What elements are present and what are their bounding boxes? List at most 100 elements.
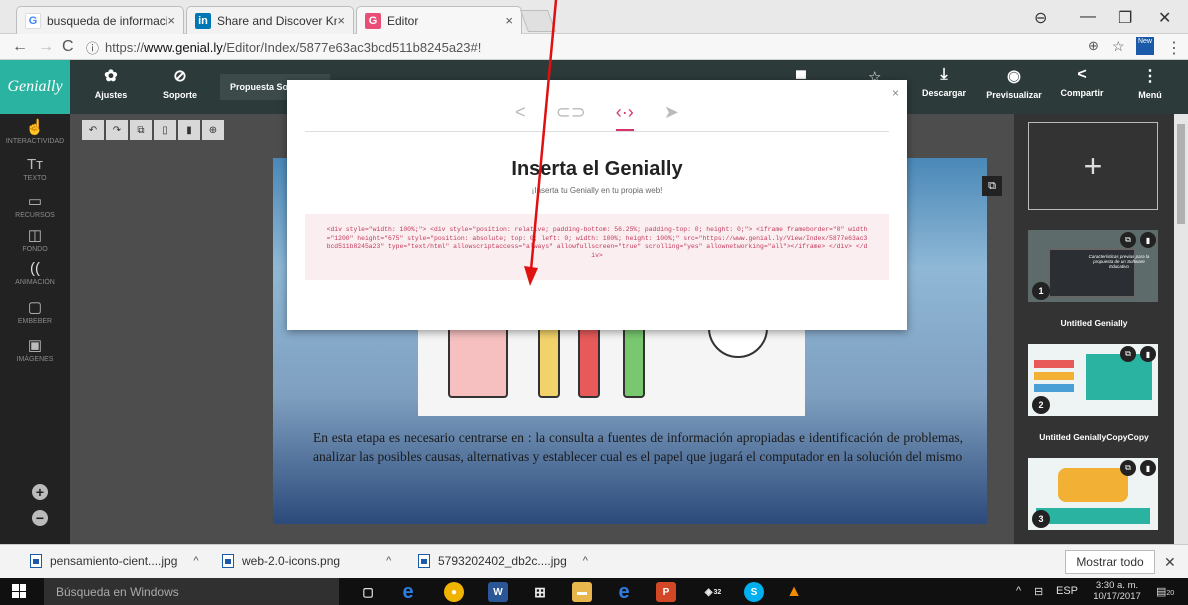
- delete-icon[interactable]: ▮: [178, 120, 200, 140]
- add-slide-button[interactable]: +: [1028, 122, 1158, 210]
- duplicate-icon[interactable]: ⧉: [982, 176, 1002, 196]
- minimize-icon[interactable]: —: [1080, 8, 1096, 26]
- undo-icon[interactable]: ↶: [82, 120, 104, 140]
- steam-icon[interactable]: ◈ 32: [698, 582, 728, 602]
- download-button[interactable]: ⤓ Descargar: [912, 66, 976, 98]
- paste-icon[interactable]: ▯: [154, 120, 176, 140]
- close-icon[interactable]: ✕: [1164, 554, 1176, 571]
- file-explorer-icon[interactable]: ▬: [572, 582, 592, 602]
- close-icon[interactable]: ×: [892, 86, 899, 100]
- reload-icon[interactable]: C: [62, 38, 74, 56]
- share-button[interactable]: < Compartir: [1050, 66, 1114, 98]
- divider: [305, 131, 889, 132]
- genially-icon: G: [365, 12, 381, 29]
- image-file-icon: [30, 554, 42, 568]
- thumb-caption: Características previas para la propuest…: [1088, 254, 1150, 269]
- windows-start-icon[interactable]: [12, 584, 26, 598]
- restore-icon[interactable]: ❐: [1118, 8, 1132, 28]
- tool-fondo[interactable]: ◫ FONDO: [0, 226, 70, 253]
- chrome-menu-icon[interactable]: ⋮: [1166, 38, 1182, 58]
- send-icon[interactable]: ➤: [664, 102, 679, 131]
- zoom-icon[interactable]: ⊕: [1088, 38, 1099, 54]
- edge-icon[interactable]: e: [398, 581, 418, 603]
- zoom-in-icon[interactable]: +: [32, 484, 48, 500]
- powerpoint-icon[interactable]: P: [656, 582, 676, 602]
- tab-linkedin[interactable]: in Share and Discover Know ×: [186, 6, 354, 34]
- chrome-icon[interactable]: ●: [444, 582, 464, 602]
- copy-icon[interactable]: ⧉: [1120, 232, 1136, 248]
- extension-icon[interactable]: New: [1136, 37, 1154, 55]
- zoom-out-icon[interactable]: −: [32, 510, 48, 526]
- download-item[interactable]: 5793202402_db2c....jpg ^: [418, 554, 588, 568]
- chevron-up-icon[interactable]: ^: [583, 555, 588, 567]
- gear-icon: ✿: [104, 68, 118, 85]
- forward-icon[interactable]: →: [38, 38, 54, 56]
- address-bar: ← → C ⓘ https://www.genial.ly/Editor/Ind…: [0, 34, 1188, 60]
- star-icon[interactable]: ☆: [1112, 38, 1125, 55]
- copy-icon[interactable]: ⧉: [1120, 346, 1136, 362]
- settings-button[interactable]: ✿ Ajustes: [79, 66, 143, 100]
- share-icon[interactable]: <: [515, 102, 526, 131]
- download-item[interactable]: pensamiento-cient....jpg ^: [30, 554, 199, 568]
- slide-thumbnail[interactable]: ⧉ ▮ 3: [1028, 458, 1158, 530]
- chevron-up-icon[interactable]: ^: [193, 555, 198, 567]
- ie-icon[interactable]: e: [614, 581, 634, 603]
- window-close-icon[interactable]: ✕: [1158, 8, 1171, 28]
- lock-icon[interactable]: ⊕: [202, 120, 224, 140]
- network-icon[interactable]: ⊟: [1034, 585, 1043, 598]
- url-field[interactable]: ⓘ https://www.genial.ly/Editor/Index/587…: [86, 37, 1086, 57]
- profile-icon[interactable]: ⊖: [1034, 8, 1047, 28]
- store-icon[interactable]: ⊞: [530, 582, 550, 602]
- tab-title: Share and Discover Know: [217, 13, 337, 28]
- new-tab-button[interactable]: [519, 10, 557, 32]
- support-button[interactable]: ⊘ Soporte: [148, 66, 212, 100]
- preview-button[interactable]: ◉ Previsualizar: [982, 66, 1046, 100]
- info-icon[interactable]: ⓘ: [86, 38, 99, 57]
- tool-recursos[interactable]: ▭ RECURSOS: [0, 192, 70, 219]
- download-item[interactable]: web-2.0-icons.png ^: [222, 554, 391, 568]
- slide-body-text[interactable]: En esta etapa es necesario centrarse en …: [313, 428, 963, 466]
- tray-chevron-icon[interactable]: ^: [1016, 585, 1021, 597]
- slide-number: 2: [1032, 396, 1050, 414]
- close-icon[interactable]: ×: [167, 13, 175, 28]
- chevron-up-icon[interactable]: ^: [386, 555, 391, 567]
- back-icon[interactable]: ←: [12, 38, 28, 56]
- tool-texto[interactable]: Tт TEXTO: [0, 156, 70, 182]
- windows-taskbar: Búsqueda en Windows ▢ e ● W ⊞ ▬ e P ◈ 32 …: [0, 578, 1188, 605]
- slide-thumbnail[interactable]: Características previas para la propuest…: [1028, 230, 1158, 302]
- copy-icon[interactable]: ⧉: [130, 120, 152, 140]
- tool-imagenes[interactable]: ▣ IMÁGENES: [0, 336, 70, 363]
- slide-number: 1: [1032, 282, 1050, 300]
- clock[interactable]: 3:30 a. m. 10/17/2017: [1088, 580, 1146, 602]
- skype-icon[interactable]: S: [744, 582, 764, 602]
- notifications-icon[interactable]: ▤20: [1156, 585, 1174, 598]
- copy-icon[interactable]: ⧉: [1120, 460, 1136, 476]
- tool-interactividad[interactable]: ☝ INTERACTIVIDAD: [0, 118, 70, 145]
- language-indicator[interactable]: ESP: [1056, 585, 1078, 597]
- task-view-icon[interactable]: ▢: [358, 582, 378, 602]
- word-icon[interactable]: W: [488, 582, 508, 602]
- embed-icon: ▢: [27, 299, 43, 316]
- link-icon[interactable]: ⊂⊃: [556, 102, 586, 131]
- tab-busqueda[interactable]: G busqueda de informacio ×: [16, 6, 184, 34]
- tool-embeber[interactable]: ▢ EMBEBER: [0, 298, 70, 325]
- close-icon[interactable]: ×: [337, 13, 345, 28]
- embed-code-box[interactable]: <div style="width: 100%;"> <div style="p…: [305, 214, 889, 280]
- embed-code-icon[interactable]: ‹·›: [615, 102, 634, 131]
- menu-button[interactable]: ⋮ Menú: [1118, 66, 1182, 100]
- slide-thumbnail[interactable]: ⧉ ▮ 2: [1028, 344, 1158, 416]
- delete-icon[interactable]: ▮: [1140, 460, 1156, 476]
- show-all-button[interactable]: Mostrar todo: [1065, 550, 1155, 574]
- vlc-icon[interactable]: ▲: [784, 582, 804, 602]
- windows-search-input[interactable]: Búsqueda en Windows: [44, 578, 339, 605]
- delete-icon[interactable]: ▮: [1140, 232, 1156, 248]
- tab-editor[interactable]: G Editor ×: [356, 6, 522, 34]
- delete-icon[interactable]: ▮: [1140, 346, 1156, 362]
- genially-logo[interactable]: Genially: [0, 60, 70, 114]
- close-icon[interactable]: ×: [505, 13, 513, 28]
- panel-scrollbar[interactable]: [1174, 114, 1188, 544]
- thumbnail-label: Untitled GeniallyCopyCopy: [1039, 432, 1149, 442]
- redo-icon[interactable]: ↷: [106, 120, 128, 140]
- resources-icon: ▭: [27, 193, 43, 210]
- tool-animacion[interactable]: ((ANIMACIÓN: [0, 260, 70, 286]
